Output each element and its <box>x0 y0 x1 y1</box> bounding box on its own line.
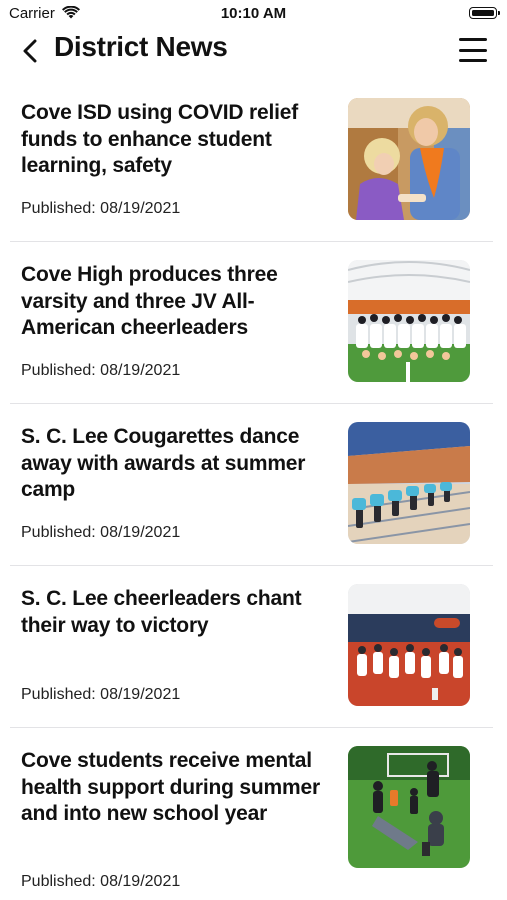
status-bar: Carrier 10:10 AM <box>0 0 507 30</box>
news-item-date: Published: 08/19/2021 <box>21 362 181 379</box>
news-item-date: Published: 08/19/2021 <box>21 686 181 703</box>
news-item-title: S. C. Lee cheerleaders chant their way t… <box>21 587 302 637</box>
back-button[interactable] <box>22 36 46 66</box>
news-item-thumbnail <box>348 98 470 220</box>
news-item-date: Published: 08/19/2021 <box>21 200 181 217</box>
news-item-date: Published: 08/19/2021 <box>21 873 181 890</box>
news-item[interactable]: Cove High produces three varsity and thr… <box>0 242 507 404</box>
news-item[interactable]: Cove ISD using COVID relief funds to enh… <box>0 80 507 242</box>
news-item[interactable]: S. C. Lee Cougarettes dance away with aw… <box>0 404 507 566</box>
news-item-thumbnail <box>348 584 470 706</box>
clock: 10:10 AM <box>220 5 287 22</box>
news-item-thumbnail <box>348 746 470 868</box>
news-item-thumbnail <box>348 260 470 382</box>
news-item-date: Published: 08/19/2021 <box>21 524 181 541</box>
page-title: District News <box>54 31 228 62</box>
battery-icon <box>469 7 500 19</box>
hamburger-menu-icon <box>459 38 487 41</box>
news-item-title: S. C. Lee Cougarettes dance away with aw… <box>21 425 306 501</box>
news-item-thumbnail <box>348 422 470 544</box>
menu-button[interactable] <box>459 38 487 62</box>
news-item-title: Cove students receive mental health supp… <box>21 749 320 825</box>
navigation-bar: District News <box>0 30 507 70</box>
news-item[interactable]: S. C. Lee cheerleaders chant their way t… <box>0 566 507 728</box>
news-list: Cove ISD using COVID relief funds to enh… <box>0 80 507 890</box>
news-item-title: Cove High produces three varsity and thr… <box>21 263 278 339</box>
news-item-title: Cove ISD using COVID relief funds to enh… <box>21 101 298 177</box>
news-item[interactable]: Cove students receive mental health supp… <box>0 728 507 890</box>
chevron-left-icon <box>23 39 37 63</box>
